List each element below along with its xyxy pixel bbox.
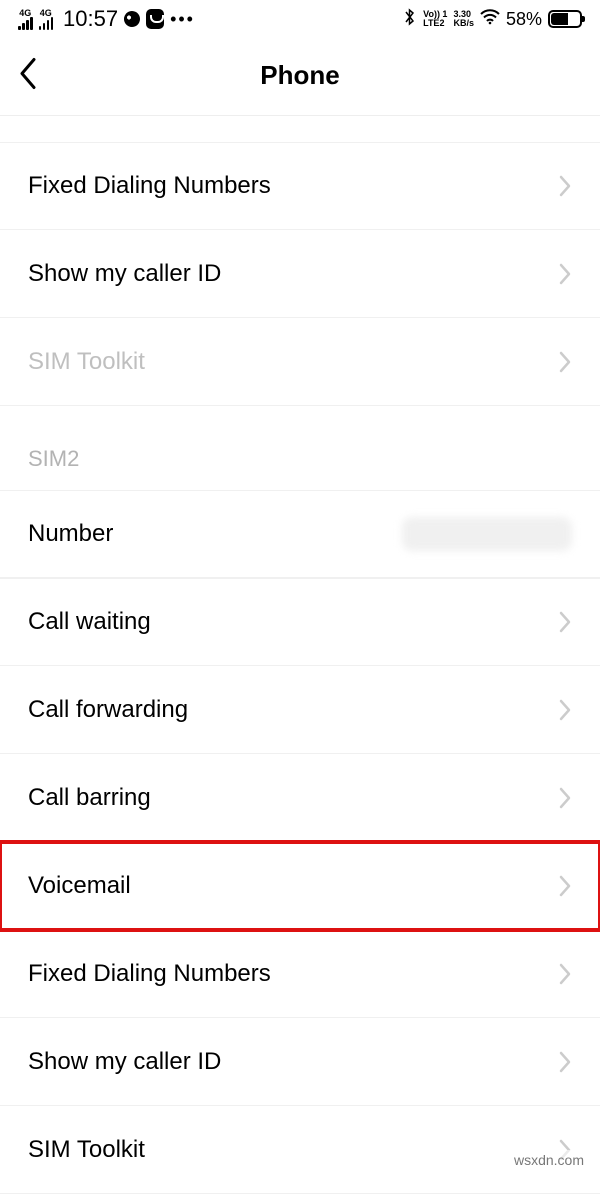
- more-icon: •••: [170, 9, 195, 30]
- speed-unit: KB/s: [453, 19, 474, 28]
- back-button[interactable]: [18, 57, 38, 94]
- battery-percent: 58%: [506, 9, 542, 30]
- row-show-my-caller-id[interactable]: Show my caller ID: [0, 230, 600, 318]
- chevron-right-icon: [558, 698, 572, 722]
- row-label: Call barring: [28, 784, 151, 812]
- row-label: Fixed Dialing Numbers: [28, 960, 271, 988]
- row-label: Call forwarding: [28, 696, 188, 724]
- signal-sim2-label: 4G: [40, 9, 52, 18]
- row-fixed-dialing-numbers[interactable]: Fixed Dialing Numbers: [0, 142, 600, 230]
- chevron-right-icon: [558, 786, 572, 810]
- row-call-waiting[interactable]: Call waiting: [0, 578, 600, 666]
- signal-sim1-label: 4G: [19, 9, 31, 18]
- bluetooth-icon: [403, 8, 417, 31]
- signal-sim2-icon: 4G: [39, 9, 54, 30]
- chevron-right-icon: [558, 962, 572, 986]
- chevron-right-icon: [558, 1050, 572, 1074]
- row-show-my-caller-id[interactable]: Show my caller ID: [0, 1018, 600, 1106]
- row-label: SIM Toolkit: [28, 1136, 145, 1164]
- network-speed: 3.30 KB/s: [453, 10, 474, 28]
- status-right: Vo)) 1 LTE2 3.30 KB/s 58%: [403, 8, 582, 31]
- volte-bot: LTE2: [423, 19, 447, 28]
- wifi-icon: [480, 9, 500, 29]
- row-sim-toolkit[interactable]: SIM Toolkit: [0, 318, 600, 406]
- chevron-right-icon: [558, 610, 572, 634]
- row-label: Show my caller ID: [28, 1048, 221, 1076]
- row-label: Show my caller ID: [28, 260, 221, 288]
- row-label: Call waiting: [28, 608, 151, 636]
- settings-list: Fixed Dialing Numbers Show my caller ID SI…: [0, 116, 600, 1194]
- coffee-bean-icon: [122, 9, 143, 30]
- shopping-bag-icon: [146, 9, 164, 29]
- status-left: 4G 4G 10:57 •••: [18, 6, 195, 32]
- row-call-forwarding[interactable]: Call forwarding: [0, 666, 600, 754]
- battery-icon: [548, 10, 582, 28]
- clock: 10:57: [63, 6, 118, 32]
- signal-sim1-icon: 4G: [18, 9, 33, 30]
- chevron-right-icon: [558, 874, 572, 898]
- page-title: Phone: [260, 60, 339, 91]
- watermark: wsxdn.com: [510, 1150, 588, 1170]
- status-bar: 4G 4G 10:57 ••• Vo)) 1 LTE2 3.30 KB/s: [0, 0, 600, 36]
- row-fixed-dialing-numbers[interactable]: Fixed Dialing Numbers: [0, 930, 600, 1018]
- chevron-right-icon: [558, 262, 572, 286]
- chevron-right-icon: [558, 350, 572, 374]
- row-label: Voicemail: [28, 872, 131, 900]
- row-label: Fixed Dialing Numbers: [28, 172, 271, 200]
- page-header: Phone: [0, 36, 600, 116]
- section-header-sim2: SIM2: [0, 406, 600, 490]
- row-call-barring[interactable]: Call barring: [0, 754, 600, 842]
- chevron-right-icon: [558, 174, 572, 198]
- row-number: Number: [0, 490, 600, 578]
- row-label: SIM Toolkit: [28, 348, 145, 376]
- row-number-label: Number: [28, 520, 113, 548]
- row-voicemail[interactable]: Voicemail: [0, 842, 600, 930]
- redacted-number-value: [402, 517, 572, 551]
- volte-indicator: Vo)) 1 LTE2: [423, 10, 447, 28]
